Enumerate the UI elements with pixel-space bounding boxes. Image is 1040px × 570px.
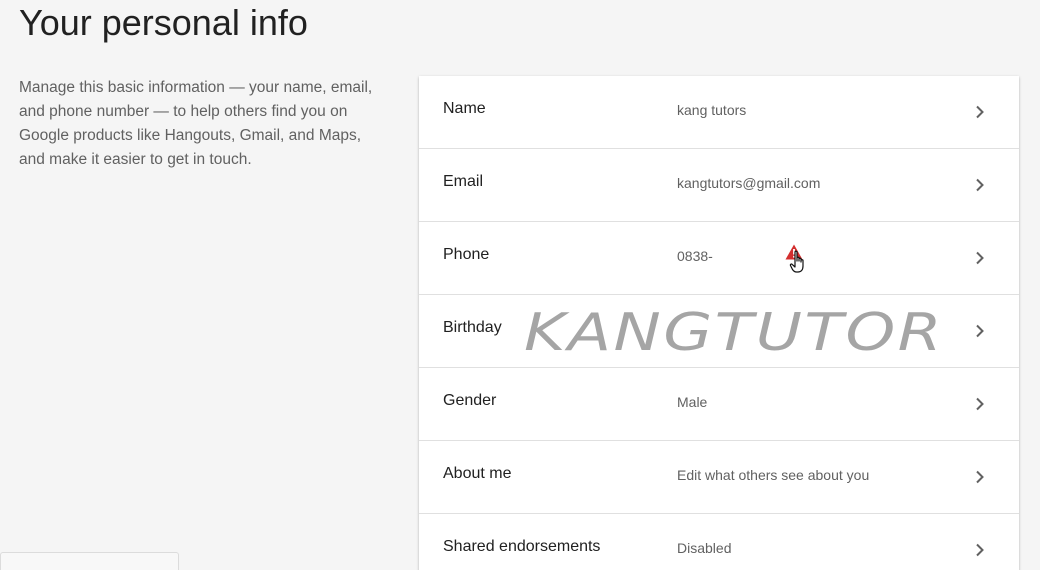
row-birthday[interactable]: Birthday <box>419 295 1019 368</box>
row-phone[interactable]: Phone 0838- <box>419 222 1019 295</box>
chevron-right-icon <box>976 251 984 265</box>
page-description: Manage this basic information — your nam… <box>19 79 373 168</box>
chevron-right-icon <box>976 178 984 192</box>
page-title: Your personal info <box>19 2 308 43</box>
row-label: Shared endorsements <box>443 538 601 555</box>
row-label: Phone <box>443 246 490 263</box>
chevron-right-icon <box>976 105 984 119</box>
row-label: Name <box>443 100 486 117</box>
row-label: Gender <box>443 392 497 409</box>
row-name[interactable]: Name kang tutors <box>419 76 1019 149</box>
row-shared-endorsements[interactable]: Shared endorsements Disabled <box>419 514 1019 570</box>
row-value: kang tutors <box>677 102 747 118</box>
row-value: Disabled <box>677 540 732 556</box>
bottom-tab <box>0 552 179 570</box>
row-about-me[interactable]: About me Edit what others see about you <box>419 441 1019 514</box>
chevron-right-icon <box>976 470 984 484</box>
chevron-right-icon <box>976 397 984 411</box>
row-value: Edit what others see about you <box>677 467 870 483</box>
row-label: About me <box>443 465 512 482</box>
row-email[interactable]: Email kangtutors@gmail.com <box>419 149 1019 222</box>
personal-info-page: Your personal info Manage this basic inf… <box>0 0 1040 570</box>
row-value: 0838- <box>677 248 713 264</box>
row-value: kangtutors@gmail.com <box>677 175 821 191</box>
personal-info-card: Name kang tutors Email kangtutors@gmail.… <box>419 76 1019 570</box>
row-gender[interactable]: Gender Male <box>419 368 1019 441</box>
row-value: Male <box>677 394 708 410</box>
row-label: Birthday <box>443 319 502 336</box>
hand-cursor-icon <box>789 250 804 273</box>
chevron-right-icon <box>976 543 984 557</box>
chevron-right-icon <box>976 324 984 338</box>
row-label: Email <box>443 173 484 190</box>
